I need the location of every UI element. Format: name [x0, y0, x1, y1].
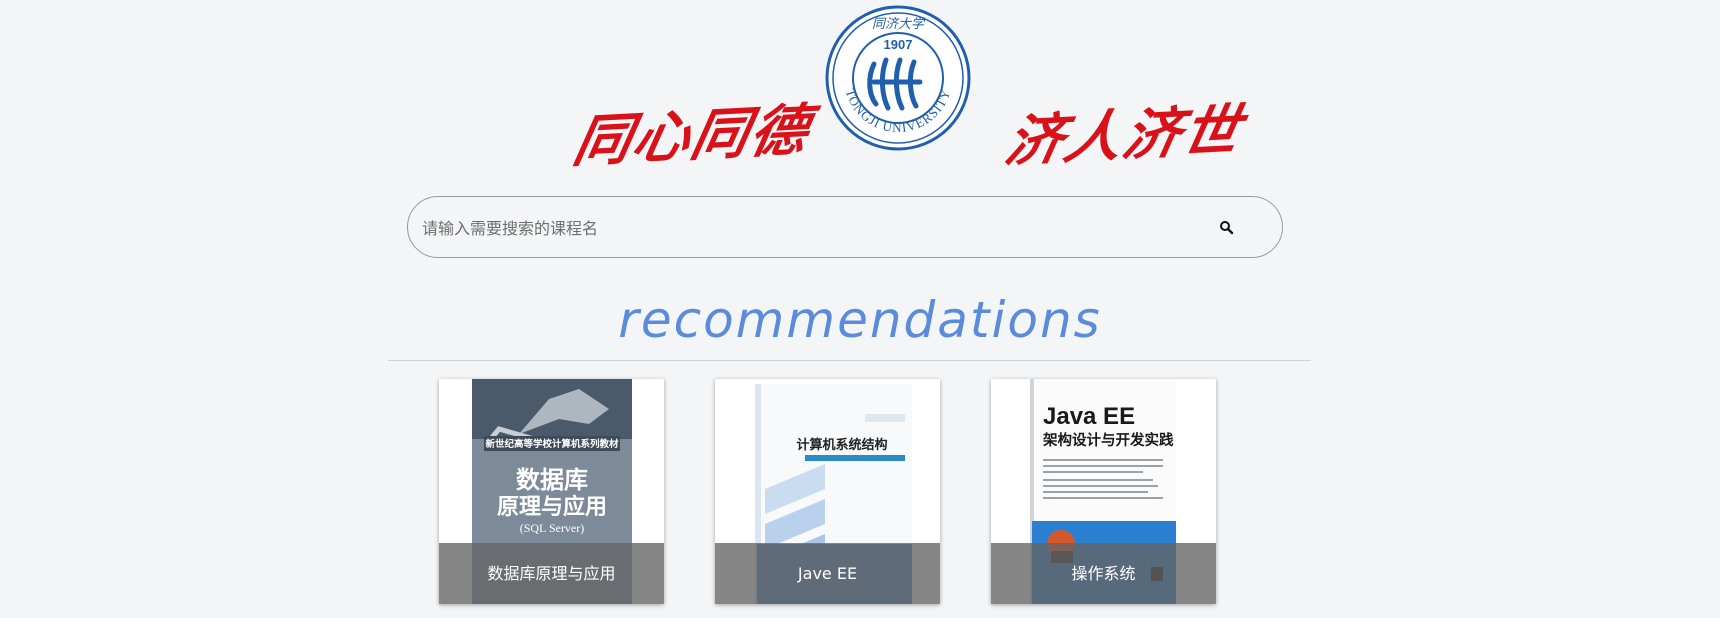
course-title: 数据库原理与应用 — [439, 543, 664, 604]
motto-right: 济人济世 — [1000, 96, 1248, 176]
cover-title-line1: 数据库 — [516, 466, 588, 494]
course-title: 操作系统 — [991, 543, 1216, 604]
course-title: Jave EE — [715, 543, 940, 604]
university-seal-logo: TONGJI UNIVERSITY 同济大学 1907 — [825, 5, 971, 151]
cover-title: 计算机系统结构 — [796, 437, 887, 453]
seal-chinese-name: 同济大学 — [872, 16, 926, 32]
course-card-operating-system[interactable]: Java EE 架构设计与开发实践 操作系统 — [991, 379, 1216, 604]
search-bar — [407, 196, 1283, 258]
search-icon — [1220, 221, 1234, 235]
cover-title-line2: 原理与应用 — [497, 494, 607, 520]
cover-subtitle: (SQL Server) — [520, 521, 585, 535]
course-card-database[interactable]: 新世纪高等学校计算机系列教材 数据库 原理与应用 (SQL Server) 数据… — [439, 379, 664, 604]
course-card-java-ee[interactable]: 计算机系统结构 Jave EE — [715, 379, 940, 604]
search-input[interactable] — [420, 207, 1204, 249]
motto-left: 同心同德 — [568, 96, 816, 176]
cover-title-line2: 架构设计与开发实践 — [1042, 431, 1174, 449]
cover-title-line1: Java EE — [1043, 403, 1135, 430]
section-divider — [388, 360, 1311, 361]
seal-year: 1907 — [884, 37, 913, 52]
search-button[interactable] — [1213, 214, 1241, 242]
recommendations-title: recommendations — [618, 291, 1102, 349]
cover-series-text: 新世纪高等学校计算机系列教材 — [485, 438, 619, 450]
